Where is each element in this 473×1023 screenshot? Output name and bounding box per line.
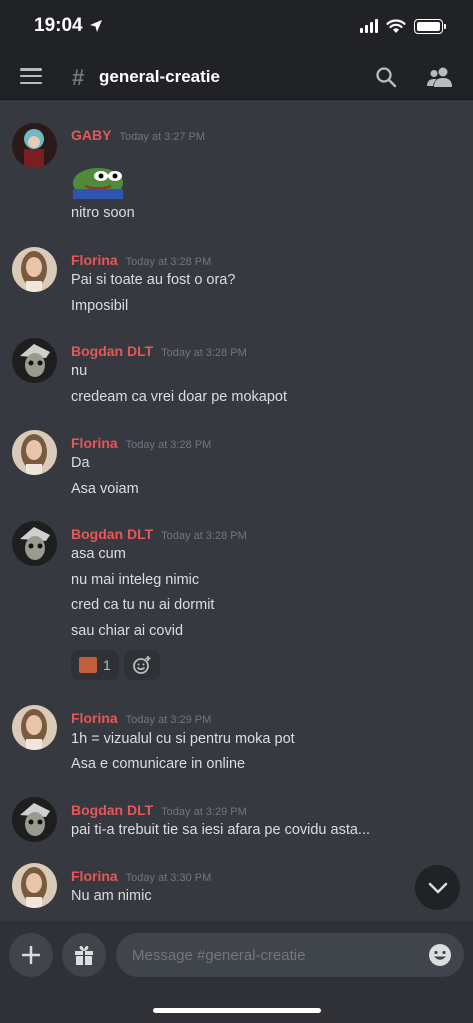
message-text: nu mai inteleg nimic [71,572,200,588]
custom-emoji [79,657,97,673]
location-arrow-icon [89,20,102,32]
message-input[interactable] [116,933,464,977]
gift-button[interactable] [62,933,106,977]
avatar[interactable] [12,123,57,168]
attach-button[interactable] [9,933,53,977]
message-text: Asa voiam [71,481,139,497]
avatar[interactable] [12,797,57,842]
reaction-count: 1 [103,657,111,673]
message-text: 1h = vizualul cu si pentru moka pot [71,731,295,747]
avatar[interactable] [12,863,57,908]
timestamp: Today at 3:30 PM [125,872,212,884]
menu-icon[interactable] [20,68,42,84]
message-text: pai ti-a trebuit tie sa iesi afara pe co… [71,822,371,838]
message-text: Da [71,455,90,471]
avatar[interactable] [12,521,57,566]
channel-header: # general-creatie [0,52,473,100]
pepe-emoji [73,168,123,199]
timestamp: Today at 3:28 PM [125,439,212,451]
avatar[interactable] [12,338,57,383]
message-text: Asa e comunicare in online [71,756,246,772]
timestamp: Today at 3:28 PM [125,256,212,268]
timestamp: Today at 3:29 PM [161,806,247,818]
message-text: Nu am nimic [71,888,152,904]
message-text: cred ca tu nu ai dormit [71,597,215,613]
plus-icon [22,946,40,964]
search-icon[interactable] [375,66,397,88]
username[interactable]: Florina [71,868,118,884]
scroll-to-bottom-button[interactable] [415,865,460,910]
message-text: Pai si toate au fost o ora? [71,272,236,288]
message-text: credeam ca vrei doar pe mokapot [71,389,287,405]
username[interactable]: GABY [71,127,111,143]
username[interactable]: Florina [71,710,118,726]
message-text: nu [71,363,88,379]
signal-icon [360,19,378,33]
avatar[interactable] [12,705,57,750]
emoji-icon[interactable] [428,943,452,967]
timestamp: Today at 3:27 PM [119,131,206,143]
message-text: asa cum [71,546,126,562]
message-text: nitro soon [71,205,135,221]
message-text: sau chiar ai covid [71,623,184,639]
message-list[interactable]: GABY Today at 3:27 PM nitro soon Florina T… [0,101,473,921]
members-icon[interactable] [426,66,454,88]
avatar[interactable] [12,247,57,292]
timestamp: Today at 3:28 PM [161,530,247,542]
username[interactable]: Bogdan DLT [71,343,153,359]
message-text: Imposibil [71,298,129,314]
message-composer [0,921,473,1023]
home-indicator [153,1008,321,1013]
timestamp: Today at 3:28 PM [161,347,247,359]
reaction-button[interactable]: 1 [71,650,119,680]
status-bar: 19:04 [0,0,473,52]
timestamp: Today at 3:29 PM [125,714,212,726]
wifi-icon [386,18,406,33]
add-reaction-button[interactable] [124,650,160,680]
battery-icon [414,18,446,34]
username[interactable]: Bogdan DLT [71,526,153,542]
username[interactable]: Florina [71,435,118,451]
gift-icon [75,946,93,965]
channel-hash-icon: # [72,65,85,90]
add-reaction-icon [133,656,151,674]
username[interactable]: Bogdan DLT [71,802,153,818]
channel-name: general-creatie [99,67,220,86]
status-time: 19:04 [34,15,83,36]
chevron-down-icon [428,882,447,893]
avatar[interactable] [12,430,57,475]
username[interactable]: Florina [71,252,118,268]
